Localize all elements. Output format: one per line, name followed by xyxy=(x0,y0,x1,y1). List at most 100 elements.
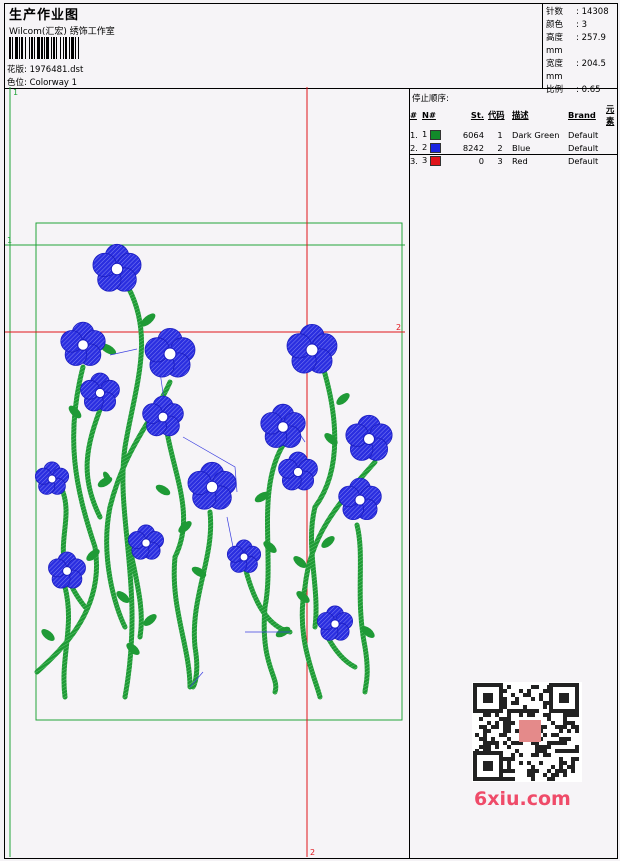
company-name: Wilcom(汇宏) 绣饰工作室 xyxy=(9,27,115,37)
qr-module xyxy=(559,769,563,773)
qr-module xyxy=(567,713,571,717)
qr-module xyxy=(535,753,539,757)
qr-module xyxy=(547,713,551,717)
flower xyxy=(260,403,306,448)
qr-module xyxy=(559,725,563,729)
qr-code xyxy=(472,682,582,782)
qr-module xyxy=(515,749,519,753)
qr-module xyxy=(483,733,487,737)
flower xyxy=(48,551,86,589)
flower xyxy=(144,327,196,378)
flower-center xyxy=(239,552,249,562)
qr-finder-center xyxy=(559,693,569,703)
flower xyxy=(34,461,70,495)
qr-module xyxy=(551,721,555,725)
barcode-bar xyxy=(25,37,26,59)
qr-module xyxy=(555,733,559,737)
qr-module xyxy=(535,749,539,753)
qr-module xyxy=(543,701,547,705)
qr-module xyxy=(547,717,551,721)
qr-module xyxy=(483,713,487,717)
flower-center xyxy=(305,343,319,357)
qr-module xyxy=(563,717,567,721)
barcode-bar xyxy=(31,37,33,59)
qr-module xyxy=(503,689,507,693)
qr-module xyxy=(507,761,511,765)
qr-module xyxy=(511,777,515,781)
qr-module xyxy=(515,729,519,733)
flower xyxy=(187,461,237,510)
qr-module xyxy=(547,769,551,773)
qr-module xyxy=(563,737,567,741)
qr-module xyxy=(503,725,507,729)
flower-center xyxy=(277,421,289,433)
qr-module xyxy=(539,749,543,753)
watermark-site: 6xiu.com xyxy=(474,788,571,810)
barcode-bar xyxy=(71,37,74,59)
qr-module xyxy=(507,765,511,769)
qr-module xyxy=(527,761,531,765)
stat-stitches: 针数: 14308 xyxy=(546,7,609,17)
barcode-bar xyxy=(56,37,57,59)
qr-module xyxy=(495,721,499,725)
qr-module xyxy=(567,737,571,741)
qr-module xyxy=(547,745,551,749)
barcode-bar xyxy=(41,37,43,59)
qr-module xyxy=(511,721,515,725)
qr-module xyxy=(531,753,535,757)
qr-module xyxy=(575,713,579,717)
flower-center xyxy=(354,494,366,506)
qr-module xyxy=(535,745,539,749)
qr-module xyxy=(539,745,543,749)
qr-module xyxy=(531,769,535,773)
qr-module xyxy=(507,685,511,689)
qr-code-graphic xyxy=(473,683,579,781)
qr-module xyxy=(575,749,579,753)
qr-module xyxy=(487,729,491,733)
qr-module xyxy=(535,685,539,689)
barcode-bar xyxy=(65,37,67,59)
qr-module xyxy=(563,725,567,729)
stat-scale: 比例: 0.65 xyxy=(546,85,601,95)
qr-module xyxy=(563,761,567,765)
qr-module xyxy=(527,713,531,717)
qr-module xyxy=(519,689,523,693)
qr-module xyxy=(543,753,547,757)
qr-module xyxy=(543,713,547,717)
red-marker-h: 2 xyxy=(396,323,401,332)
qr-module xyxy=(511,769,515,773)
qr-module xyxy=(567,721,571,725)
barcode-bar xyxy=(15,37,18,59)
qr-module xyxy=(507,709,511,713)
color-swatch xyxy=(429,129,441,140)
qr-module xyxy=(511,709,515,713)
qr-module xyxy=(551,773,555,777)
stat-colors: 颜色: 3 xyxy=(546,20,587,30)
qr-module xyxy=(507,729,511,733)
qr-module xyxy=(531,713,535,717)
qr-finder-center xyxy=(483,693,493,703)
qr-module xyxy=(523,705,527,709)
qr-module xyxy=(567,749,571,753)
qr-module xyxy=(575,725,579,729)
stop-sequence-table: # N# St. 代码 描述 Brand 元素 1. 1 6064 1 Dark… xyxy=(410,103,620,167)
qr-module xyxy=(507,721,511,725)
qr-module xyxy=(483,741,487,745)
barcode xyxy=(9,37,79,59)
qr-module xyxy=(527,693,531,697)
qr-module xyxy=(499,717,503,721)
qr-module xyxy=(507,725,511,729)
qr-module xyxy=(523,709,527,713)
qr-module xyxy=(511,693,515,697)
qr-module xyxy=(551,741,555,745)
qr-module xyxy=(503,777,507,781)
flower xyxy=(80,372,120,412)
barcode-bar xyxy=(12,37,13,59)
qr-module xyxy=(535,769,539,773)
barcode-bar xyxy=(21,37,23,59)
flower xyxy=(345,414,393,461)
qr-module xyxy=(483,737,487,741)
qr-module xyxy=(527,773,531,777)
qr-module xyxy=(547,753,551,757)
barcode-bar xyxy=(78,37,79,59)
